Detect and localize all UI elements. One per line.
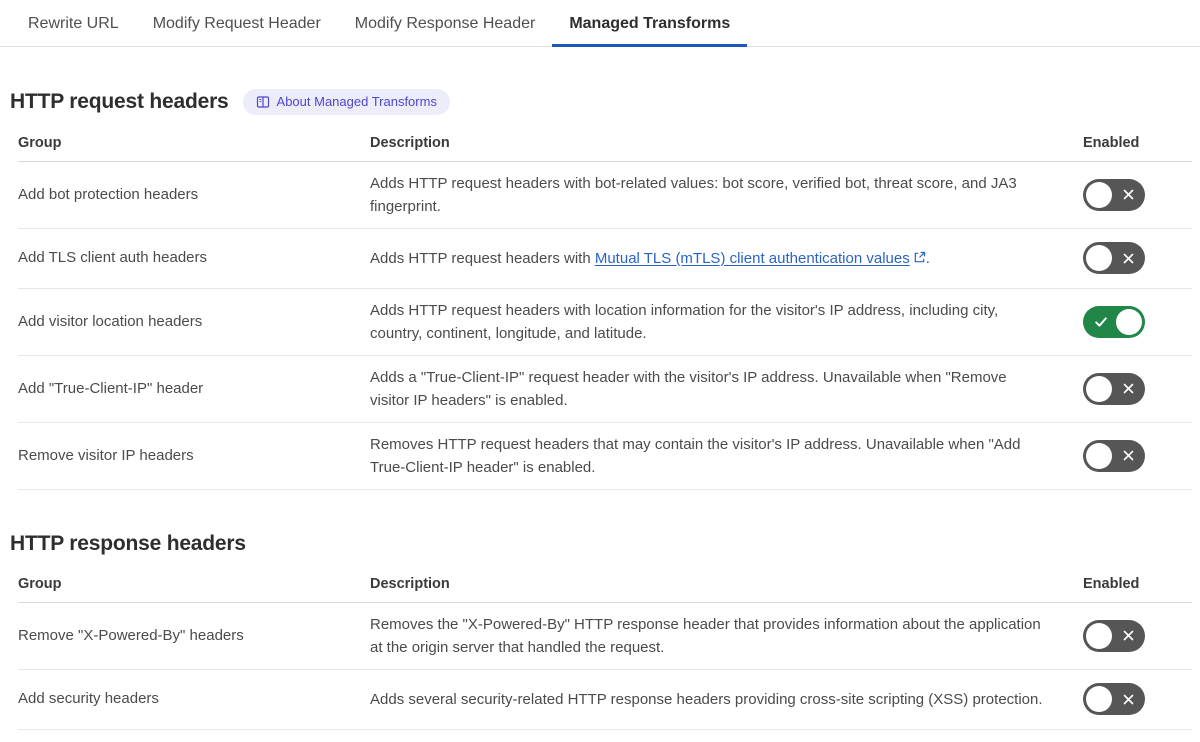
description-text: Adds HTTP request headers with location …: [370, 301, 999, 342]
enabled-cell: [1083, 372, 1192, 405]
x-icon: [1114, 683, 1143, 715]
request-headers-section: HTTP request headers About Managed Trans…: [10, 89, 1192, 490]
tab-rewrite-url[interactable]: Rewrite URL: [11, 0, 136, 46]
description-text: Removes the "X-Powered-By" HTTP response…: [370, 615, 1041, 656]
toggle-add-true-client-ip-header[interactable]: [1083, 372, 1145, 405]
toggle-add-security-headers[interactable]: [1083, 683, 1145, 716]
description-text: Adds HTTP request headers with bot-relat…: [370, 174, 1017, 215]
group-cell: Add "True-Client-IP" header: [18, 379, 204, 397]
description-text: Removes HTTP request headers that may co…: [370, 435, 1021, 476]
toggle-knob: [1086, 181, 1112, 208]
table-row: Add bot protection headers Adds HTTP requ…: [18, 162, 1192, 229]
table-row: Remove "X-Powered-By" headers Removes the…: [18, 603, 1192, 670]
column-header-enabled: Enabled: [1083, 575, 1140, 592]
toggle-add-visitor-location-headers[interactable]: [1083, 305, 1145, 338]
group-cell: Add TLS client auth headers: [18, 249, 208, 267]
request-headers-table: Group Description Enabled Add bot protectio…: [18, 129, 1192, 490]
description-cell: Adds HTTP request headers with Mutual TL…: [370, 247, 1083, 270]
toggle-knob: [1086, 442, 1112, 469]
toggle-knob: [1086, 245, 1112, 272]
tab-managed-transforms[interactable]: Managed Transforms: [552, 0, 748, 47]
enabled-cell: [1083, 683, 1192, 716]
x-icon: [1114, 373, 1143, 405]
managed-transforms-page: Rewrite URL Modify Request Header Modify R…: [0, 0, 1200, 730]
page-title-response-headers: HTTP response headers: [10, 531, 246, 555]
toggle-knob: [1086, 686, 1112, 713]
column-header-group: Group: [18, 134, 62, 151]
table-row: Add TLS client auth headers Adds HTTP req…: [18, 229, 1192, 289]
table-row: Remove visitor IP headers Removes HTTP re…: [18, 423, 1192, 490]
table-row: Add "True-Client-IP" header Adds a "True-…: [18, 356, 1192, 423]
toggle-add-bot-protection-headers[interactable]: [1083, 178, 1145, 211]
description-cell: Removes the "X-Powered-By" HTTP response…: [370, 613, 1083, 659]
x-icon: [1114, 440, 1143, 472]
description-link[interactable]: Mutual TLS (mTLS) client authentication …: [595, 250, 926, 267]
response-section-header: HTTP response headers: [10, 532, 1192, 556]
response-headers-table: Group Description Enabled Remove "X-Powered…: [18, 570, 1192, 730]
toggle-add-tls-client-auth-headers[interactable]: [1083, 242, 1145, 275]
group-cell: Add visitor location headers: [18, 312, 203, 330]
content: HTTP request headers About Managed Trans…: [0, 89, 1200, 730]
tab-bar: Rewrite URL Modify Request Header Modify R…: [0, 0, 1200, 47]
group-cell: Add security headers: [18, 690, 159, 708]
toggle-knob: [1116, 308, 1142, 335]
badge-label: About Managed Transforms: [276, 94, 437, 109]
response-headers-section: HTTP response headers Group Description En…: [10, 532, 1192, 730]
external-link-icon: [910, 250, 926, 267]
enabled-cell: [1083, 619, 1192, 652]
enabled-cell: [1083, 242, 1192, 275]
request-section-header: HTTP request headers About Managed Trans…: [10, 89, 1192, 115]
toggle-knob: [1086, 375, 1112, 402]
group-cell: Remove "X-Powered-By" headers: [18, 626, 244, 644]
description-cell: Adds HTTP request headers with bot-relat…: [370, 172, 1083, 218]
description-text: .: [925, 249, 930, 267]
tab-modify-response-header[interactable]: Modify Response Header: [338, 0, 553, 46]
column-header-group: Group: [18, 575, 62, 592]
table-header-row: Group Description Enabled: [18, 129, 1192, 162]
toggle-remove-visitor-ip-headers[interactable]: [1083, 439, 1145, 472]
table-row: Add security headers Adds several securit…: [18, 670, 1192, 730]
book-icon: [256, 95, 270, 109]
description-text: Adds several security-related HTTP respo…: [370, 690, 1043, 708]
group-cell: Add bot protection headers: [18, 185, 199, 203]
about-managed-transforms-badge[interactable]: About Managed Transforms: [242, 89, 450, 115]
enabled-cell: [1083, 305, 1192, 338]
description-cell: Adds a "True-Client-IP" request header w…: [370, 366, 1083, 412]
toggle-knob: [1086, 622, 1112, 649]
column-header-description: Description: [370, 134, 450, 151]
description-cell: Adds several security-related HTTP respo…: [370, 688, 1083, 711]
description-text: Adds a "True-Client-IP" request header w…: [370, 368, 1007, 409]
column-header-description: Description: [370, 575, 450, 592]
group-cell: Remove visitor IP headers: [18, 446, 194, 464]
description-cell: Removes HTTP request headers that may co…: [370, 433, 1083, 479]
description-cell: Adds HTTP request headers with location …: [370, 299, 1083, 345]
table-row: Add visitor location headers Adds HTTP re…: [18, 289, 1192, 356]
enabled-cell: [1083, 439, 1192, 472]
toggle-remove-x-powered-by-headers[interactable]: [1083, 619, 1145, 652]
x-icon: [1114, 179, 1143, 211]
tab-modify-request-header[interactable]: Modify Request Header: [136, 0, 338, 46]
table-header-row: Group Description Enabled: [18, 570, 1192, 603]
check-icon: [1086, 306, 1115, 338]
description-text: Adds HTTP request headers with: [370, 249, 595, 267]
x-icon: [1114, 242, 1143, 274]
column-header-enabled: Enabled: [1083, 134, 1140, 151]
x-icon: [1114, 620, 1143, 652]
page-title-request-headers: HTTP request headers: [10, 89, 229, 113]
enabled-cell: [1083, 178, 1192, 211]
